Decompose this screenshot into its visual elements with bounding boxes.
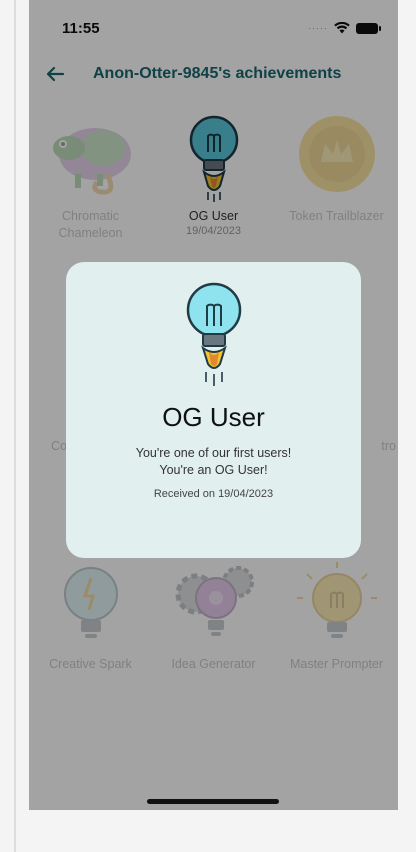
achievement-detail-modal: OG User You're one of our first users! Y… [66, 262, 361, 558]
modal-received-date: Received on 19/04/2023 [153, 488, 274, 500]
home-indicator [147, 799, 279, 804]
modal-title: OG User [162, 402, 265, 432]
modal-description: You're one of our first users! You're an… [135, 446, 292, 477]
page-rail [14, 0, 16, 852]
phone-screen: 11:55 ····· Anon-Otter-9845's achievemen… [29, 0, 398, 810]
rocket-bulb-icon [186, 282, 241, 386]
